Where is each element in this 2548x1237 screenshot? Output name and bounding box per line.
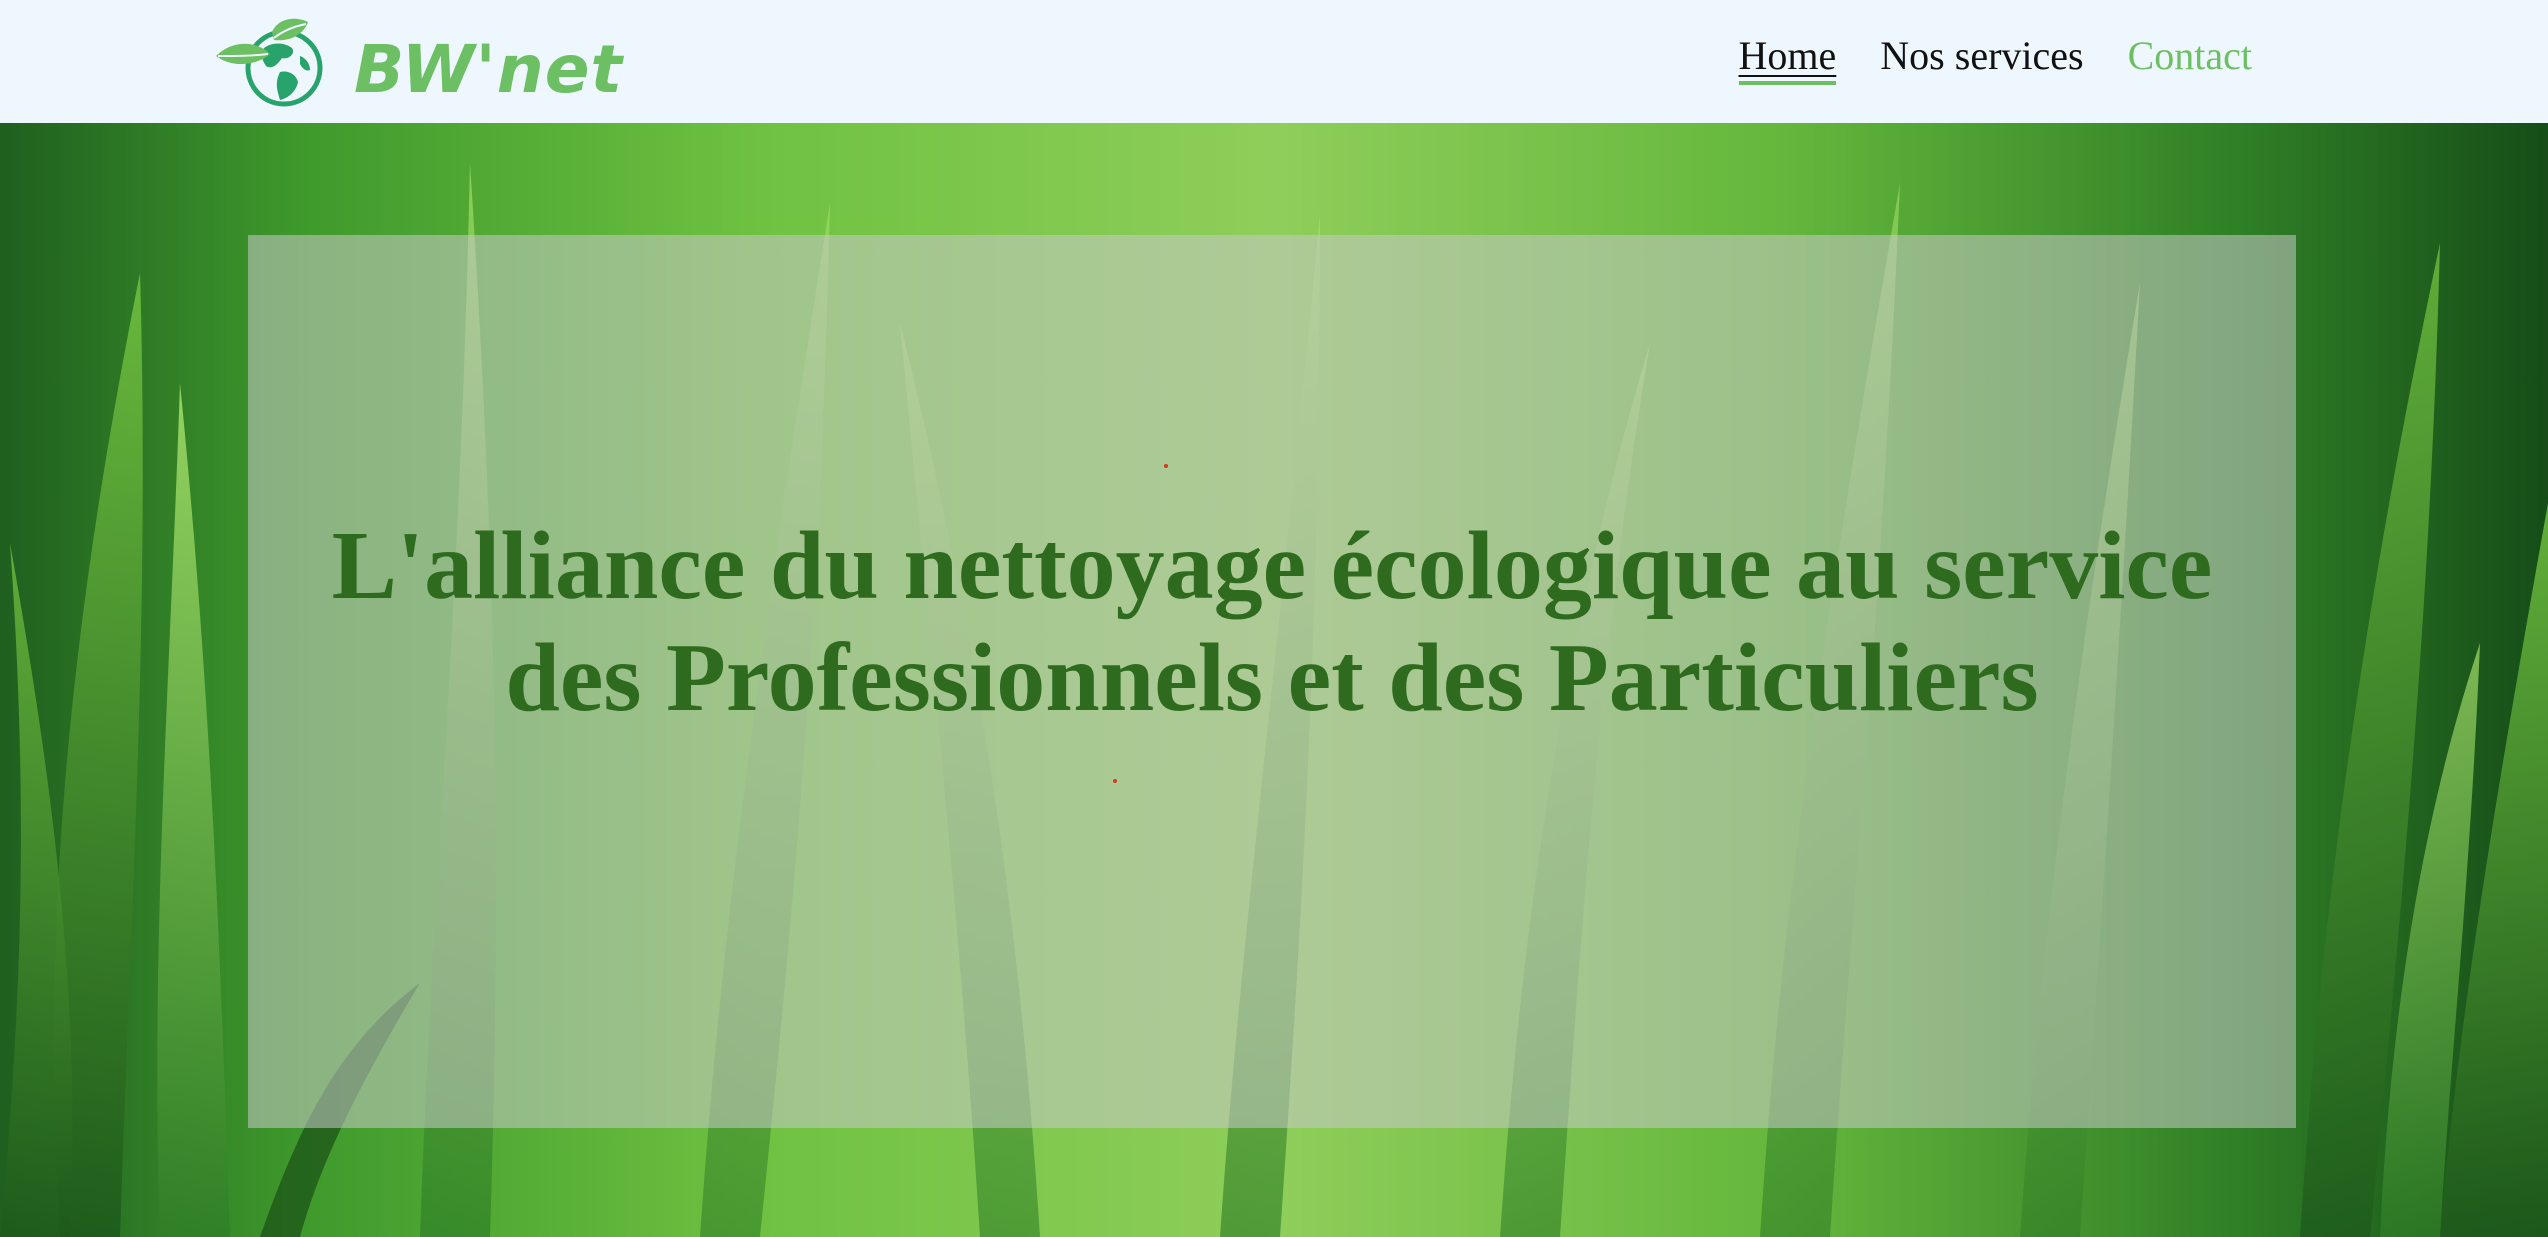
hero-headline: L'alliance du nettoyage écologique au se…: [331, 511, 2213, 732]
red-dot-marker: [1113, 779, 1117, 783]
hero-section: L'alliance du nettoyage écologique au se…: [0, 123, 2548, 1237]
red-dot-marker: [1164, 464, 1168, 468]
main-nav: Home Nos services Contact: [1738, 32, 2252, 85]
brand-logo-link[interactable]: BW'net: [212, 14, 623, 110]
nav-link-home[interactable]: Home: [1738, 32, 1837, 85]
globe-leaf-icon: [216, 18, 323, 107]
top-navbar: BW'net Home Nos services Contact: [0, 0, 2548, 123]
nav-item-services: Nos services: [1880, 32, 2083, 85]
nav-link-services[interactable]: Nos services: [1880, 32, 2083, 83]
nav-link-contact[interactable]: Contact: [2128, 32, 2252, 83]
brand-name: BW'net: [354, 31, 624, 108]
nav-item-contact: Contact: [2128, 32, 2252, 85]
nav-item-home: Home: [1738, 32, 1837, 85]
hero-overlay-panel: L'alliance du nettoyage écologique au se…: [248, 235, 2296, 1128]
